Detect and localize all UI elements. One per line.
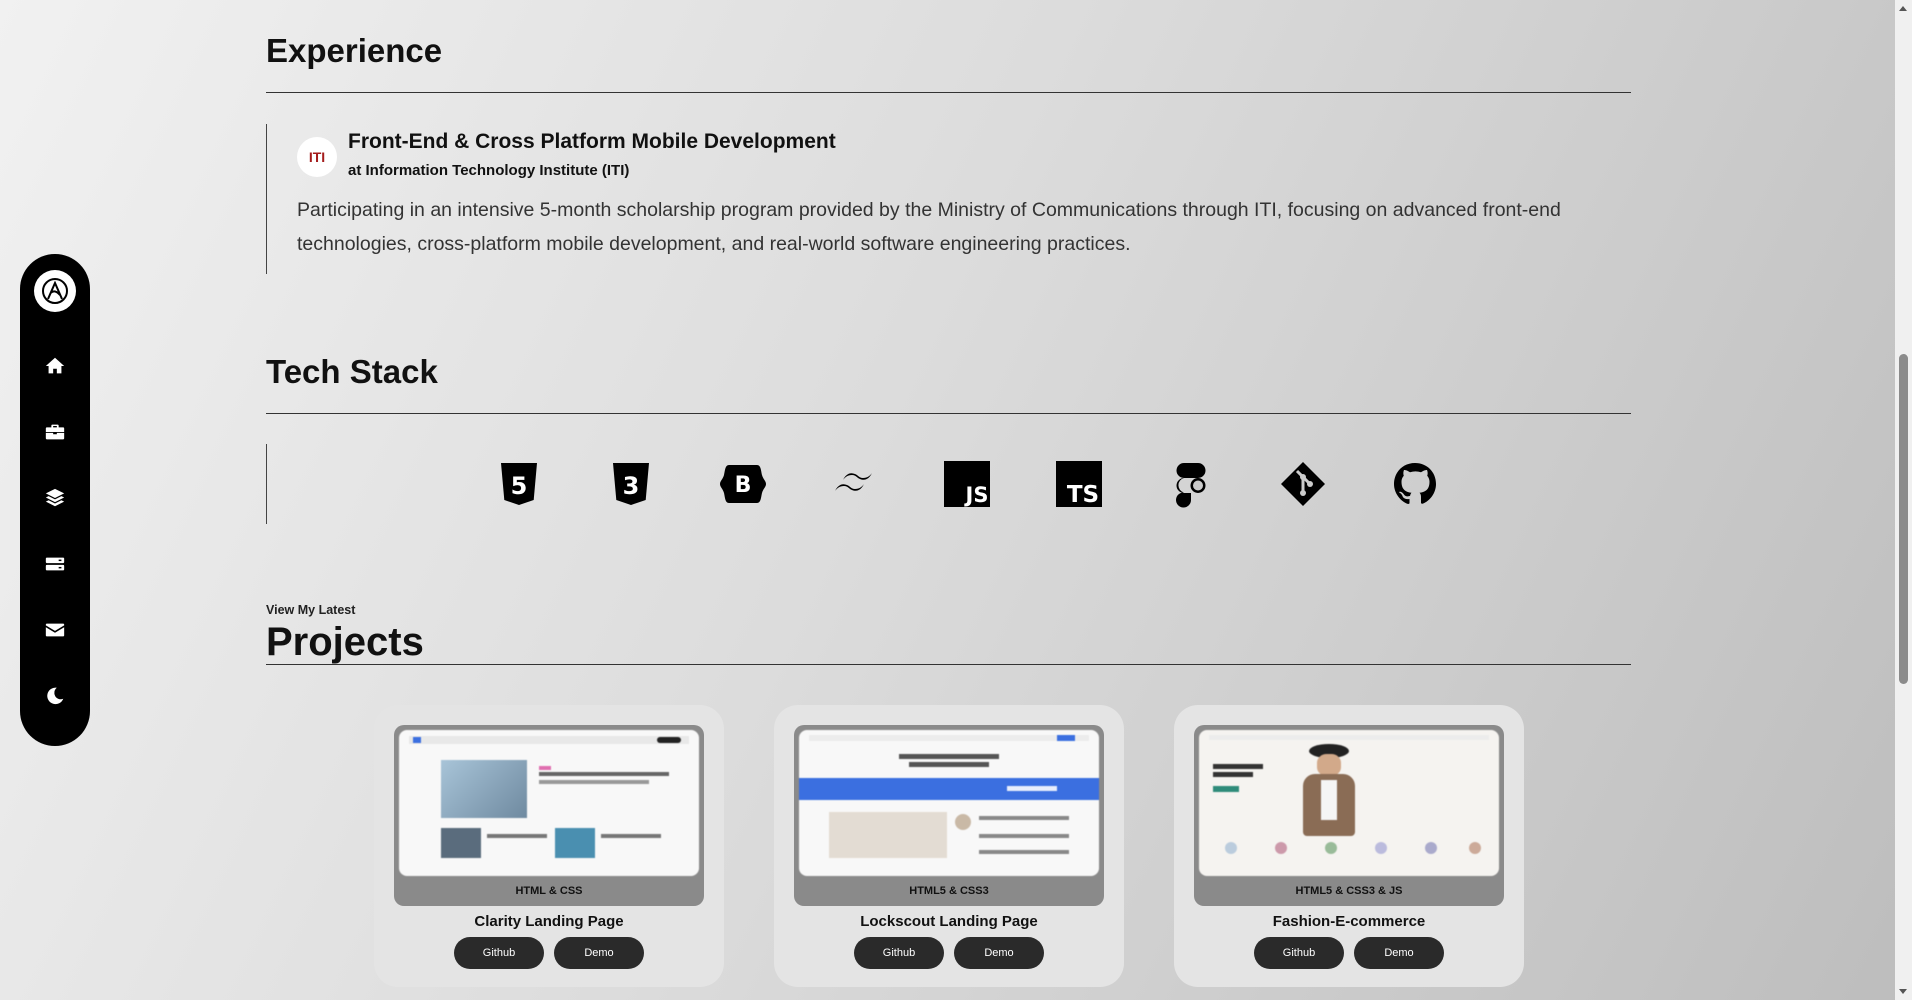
bootstrap-icon: B bbox=[719, 460, 767, 508]
project-screenshot-lockscout bbox=[799, 730, 1099, 876]
demo-button[interactable]: Demo bbox=[954, 937, 1044, 969]
javascript-label: JS bbox=[964, 483, 989, 507]
figma-icon bbox=[1167, 460, 1215, 508]
projects-divider bbox=[266, 664, 1631, 665]
projects-preheading: View My Latest bbox=[266, 603, 356, 617]
envelope-icon bbox=[45, 623, 65, 637]
project-tag: HTML5 & CSS3 bbox=[909, 885, 989, 897]
experience-title: Front-End & Cross Platform Mobile Develo… bbox=[348, 130, 836, 153]
project-thumbnail[interactable]: HTML5 & CSS3 & JS bbox=[1194, 725, 1504, 906]
github-icon bbox=[1391, 460, 1439, 508]
css3-label: 3 bbox=[623, 472, 640, 500]
project-cards: HTML & CSS Clarity Landing Page Github D… bbox=[374, 705, 1524, 987]
project-title: Fashion-E-commerce bbox=[1272, 913, 1426, 930]
scroll-up-arrow[interactable] bbox=[1899, 6, 1907, 11]
logo-icon bbox=[42, 278, 68, 304]
typescript-icon: TS bbox=[1055, 460, 1103, 508]
project-title: Lockscout Landing Page bbox=[860, 913, 1038, 930]
demo-button[interactable]: Demo bbox=[554, 937, 644, 969]
nav-home[interactable] bbox=[35, 346, 75, 386]
experience-description: Participating in an intensive 5-month sc… bbox=[297, 199, 1561, 255]
project-tag: HTML5 & CSS3 & JS bbox=[1295, 885, 1403, 897]
tech-stack-heading: Tech Stack bbox=[266, 353, 438, 390]
site-logo[interactable] bbox=[34, 270, 76, 312]
tech-stack-divider bbox=[266, 413, 1631, 414]
html5-icon: 5 bbox=[495, 460, 543, 508]
github-button[interactable]: Github bbox=[854, 937, 944, 969]
github-button[interactable]: Github bbox=[1254, 937, 1344, 969]
project-title: Clarity Landing Page bbox=[474, 913, 624, 930]
nav-projects[interactable] bbox=[35, 544, 75, 584]
scroll-thumb[interactable] bbox=[1899, 354, 1908, 684]
project-screenshot-clarity bbox=[399, 730, 699, 876]
project-card: HTML & CSS Clarity Landing Page Github D… bbox=[374, 705, 724, 987]
bootstrap-label: B bbox=[735, 473, 752, 498]
layers-icon bbox=[45, 488, 65, 507]
projects-heading: Projects bbox=[266, 620, 424, 664]
project-screenshot-fashion bbox=[1199, 730, 1499, 876]
nav-experience[interactable] bbox=[35, 412, 75, 452]
typescript-label: TS bbox=[1067, 482, 1099, 508]
theme-toggle[interactable] bbox=[35, 676, 75, 716]
moon-icon bbox=[47, 687, 64, 705]
scroll-down-arrow[interactable] bbox=[1899, 989, 1907, 994]
nav-stack[interactable] bbox=[35, 478, 75, 518]
briefcase-icon bbox=[45, 424, 65, 440]
html5-label: 5 bbox=[511, 472, 528, 500]
tailwind-icon bbox=[831, 460, 879, 508]
home-icon bbox=[45, 357, 65, 374]
project-card: HTML5 & CSS3 Lockscout Landing Page Gith… bbox=[774, 705, 1124, 987]
tech-stack-list: 5 3 B JS TS bbox=[266, 444, 1631, 524]
project-thumbnail[interactable]: HTML5 & CSS3 bbox=[794, 725, 1104, 906]
project-tag: HTML & CSS bbox=[515, 885, 583, 897]
iti-logo: ITI bbox=[297, 136, 337, 177]
git-icon bbox=[1279, 460, 1327, 508]
experience-company: at Information Technology Institute (ITI… bbox=[348, 162, 630, 179]
project-card: HTML5 & CSS3 & JS Fashion-E-commerce Git… bbox=[1174, 705, 1524, 987]
project-thumbnail[interactable]: HTML & CSS bbox=[394, 725, 704, 906]
demo-button[interactable]: Demo bbox=[1354, 937, 1444, 969]
server-icon bbox=[45, 557, 65, 571]
vertical-scrollbar[interactable] bbox=[1895, 0, 1912, 1000]
sidebar-nav bbox=[20, 254, 90, 746]
experience-heading: Experience bbox=[266, 32, 443, 69]
experience-divider bbox=[266, 92, 1631, 93]
experience-item: ITI Front-End & Cross Platform Mobile De… bbox=[266, 124, 1631, 274]
github-button[interactable]: Github bbox=[454, 937, 544, 969]
javascript-icon: JS bbox=[943, 460, 991, 508]
nav-contact[interactable] bbox=[35, 610, 75, 650]
css3-icon: 3 bbox=[607, 460, 655, 508]
